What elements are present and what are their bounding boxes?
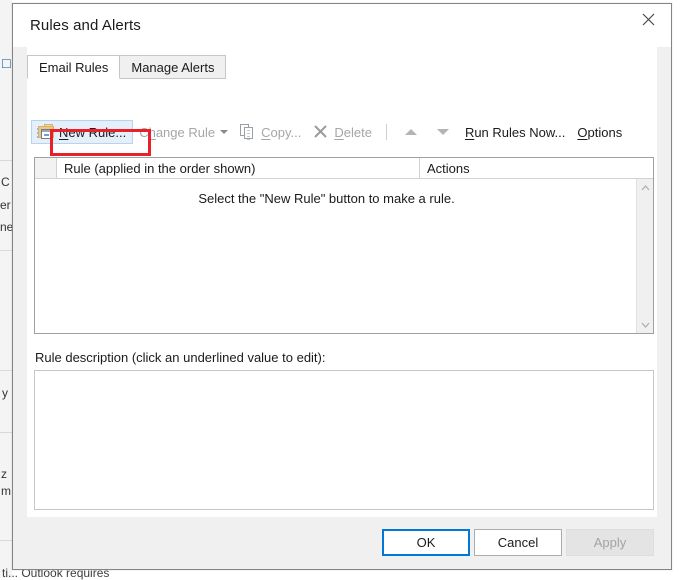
options-label: Options: [577, 124, 623, 140]
rule-description-label: Rule description (click an underlined va…: [35, 350, 326, 365]
ok-button[interactable]: OK: [382, 529, 470, 556]
rules-list-scrollbar[interactable]: [636, 179, 653, 333]
copy-button[interactable]: Copy...: [234, 120, 307, 144]
delete-label: Delete: [334, 124, 372, 140]
rules-list: Rule (applied in the order shown) Action…: [34, 157, 654, 334]
background-fragment: C: [1, 175, 10, 189]
background-fragment: ☐: [1, 57, 12, 71]
rules-and-alerts-dialog: Rules and Alerts Email Rules Manage Aler…: [12, 3, 672, 570]
background-divider: [0, 160, 12, 161]
column-header-rule[interactable]: Rule (applied in the order shown): [57, 158, 420, 178]
tab-email-rules[interactable]: Email Rules: [27, 55, 121, 79]
run-rules-now-button[interactable]: Run Rules Now...: [459, 120, 571, 144]
rules-list-canvas[interactable]: Select the "New Rule" button to make a r…: [35, 179, 636, 333]
background-divider: [0, 250, 12, 251]
tab-label: Email Rules: [39, 59, 109, 75]
new-rule-label: New Rule...: [59, 124, 127, 140]
rule-description-text: [35, 371, 653, 381]
options-button[interactable]: Options: [571, 120, 628, 144]
close-icon[interactable]: [625, 4, 671, 34]
rules-list-header: Rule (applied in the order shown) Action…: [35, 158, 653, 179]
cancel-button[interactable]: Cancel: [474, 529, 562, 556]
change-rule-label: Change Rule: [139, 124, 216, 140]
rules-toolbar: New Rule... Change Rule Copy... Delete R…: [31, 119, 628, 145]
change-rule-button[interactable]: Change Rule: [133, 120, 234, 144]
move-rule-down-button[interactable]: [427, 120, 459, 144]
column-header-checkbox[interactable]: [35, 158, 57, 178]
chevron-up-icon[interactable]: [637, 179, 654, 196]
arrow-down-icon: [436, 129, 449, 135]
background-fragment: z: [1, 467, 7, 481]
delete-button[interactable]: Delete: [307, 120, 378, 144]
background-divider: [0, 432, 12, 433]
toolbar-separator: [385, 124, 387, 140]
rules-list-empty-message: Select the "New Rule" button to make a r…: [198, 191, 455, 206]
dialog-content-panel: Email Rules Manage Alerts New Rule... Ch…: [27, 47, 657, 540]
dialog-titlebar: Rules and Alerts: [13, 4, 671, 47]
dialog-title: Rules and Alerts: [30, 17, 141, 34]
run-rules-now-label: Run Rules Now...: [464, 124, 566, 140]
delete-x-icon: [313, 124, 330, 140]
tabstrip: Email Rules Manage Alerts: [27, 54, 227, 79]
rules-list-body: Select the "New Rule" button to make a r…: [35, 179, 653, 333]
rule-description-box[interactable]: [34, 370, 654, 510]
background-fragment: er: [0, 198, 11, 212]
background-divider: [0, 370, 12, 371]
tab-manage-alerts[interactable]: Manage Alerts: [119, 55, 227, 79]
chevron-down-icon[interactable]: [220, 130, 229, 134]
arrow-up-icon: [404, 129, 417, 135]
chevron-down-icon[interactable]: [637, 316, 654, 333]
dialog-footer: OK Cancel Apply: [13, 517, 671, 569]
background-divider: [0, 540, 12, 541]
column-header-actions[interactable]: Actions: [420, 158, 653, 178]
background-fragment: m: [1, 484, 11, 498]
new-rule-folder-icon: [37, 124, 55, 140]
apply-button: Apply: [566, 529, 654, 556]
copy-sheets-icon: [240, 124, 257, 140]
move-rule-up-button[interactable]: [395, 120, 427, 144]
copy-label: Copy...: [261, 124, 302, 140]
new-rule-button[interactable]: New Rule...: [31, 120, 134, 144]
tab-label: Manage Alerts: [131, 59, 215, 75]
background-fragment: y: [2, 386, 8, 400]
